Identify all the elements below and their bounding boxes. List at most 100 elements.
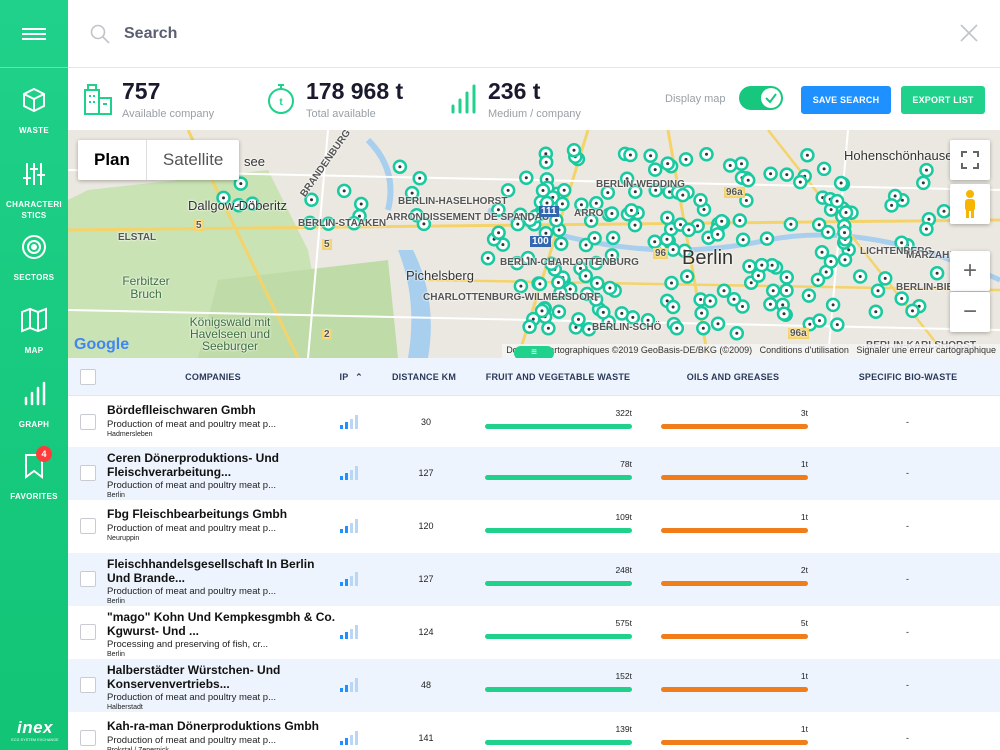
col-oils-greases[interactable]: OILS AND GREASES — [668, 358, 798, 396]
favorites-badge: 4 — [36, 446, 52, 462]
col-fruit-vegetable[interactable]: FRUIT AND VEGETABLE WASTE — [478, 358, 638, 396]
nav-item-favorites[interactable]: 4 FAVORITES — [0, 446, 68, 502]
map-marker-dot — [935, 271, 939, 275]
company-name[interactable]: Bördeflleischwaren Gmbh — [107, 403, 337, 417]
fruit-value: 322t — [615, 408, 632, 418]
map-marker-dot — [606, 191, 610, 195]
road-label: 2 — [322, 329, 332, 340]
map-marker-dot — [716, 232, 720, 236]
table-row[interactable]: Fbg Fleischbearbeitungs Gmbh Production o… — [68, 500, 1000, 553]
fullscreen-button[interactable] — [950, 140, 990, 180]
building-icon — [84, 84, 112, 115]
map-marker-dot — [789, 222, 793, 226]
row-checkbox[interactable] — [80, 730, 96, 746]
row-checkbox[interactable] — [80, 414, 96, 430]
company-name[interactable]: Halberstädter Würstchen- Und Konservenve… — [107, 663, 337, 691]
close-icon[interactable] — [960, 24, 978, 42]
map-marker-dot — [595, 281, 599, 285]
oils-bar — [661, 424, 808, 429]
table-row[interactable]: Bördeflleischwaren Gmbh Production of mea… — [68, 396, 1000, 449]
bio-waste-value: - — [906, 574, 909, 584]
table-row[interactable]: Fleischhandelsgesellschaft In Berlin Und… — [68, 553, 1000, 606]
map-label: ELSTAL — [118, 232, 157, 243]
bio-waste-value: - — [906, 627, 909, 637]
table-row[interactable]: "mago" Kohn Und Kempkesgmbh & Co. Kgwurs… — [68, 606, 1000, 659]
map-marker-dot — [633, 223, 637, 227]
oils-value: 1t — [800, 671, 808, 681]
map-label: BERLIN-SCHÖ — [592, 322, 662, 333]
signal-icon — [340, 625, 358, 639]
map-marker-dot — [924, 227, 928, 231]
map-type-plan[interactable]: Plan — [78, 140, 147, 180]
select-all-checkbox[interactable] — [80, 369, 96, 385]
nav-item-waste[interactable]: WASTE — [0, 86, 68, 136]
fruit-bar — [485, 424, 632, 429]
display-map-toggle[interactable] — [739, 86, 783, 110]
row-checkbox[interactable] — [80, 571, 96, 587]
fruit-bar — [485, 740, 632, 745]
col-bio-waste[interactable]: SPECIFIC BIO-WASTE — [848, 358, 968, 396]
signal-icon — [340, 466, 358, 480]
row-checkbox[interactable] — [80, 465, 96, 481]
nav-item-graph[interactable]: GRAPH — [0, 380, 68, 430]
map-marker-dot — [681, 193, 685, 197]
table-row[interactable]: Kah-ra-man Dönerproduktions Gmbh Producti… — [68, 712, 1000, 750]
zoom-in-button[interactable]: + — [950, 251, 990, 291]
terms-link[interactable]: Conditions d'utilisation — [760, 345, 849, 355]
map-resize-handle[interactable]: ≡ — [514, 346, 554, 358]
map-marker-dot — [716, 322, 720, 326]
row-checkbox[interactable] — [80, 518, 96, 534]
nav-item-sectors[interactable]: SECTORS — [0, 233, 68, 283]
col-ip[interactable]: IP — [336, 358, 352, 396]
signal-icon — [340, 415, 358, 429]
map-marker-dot — [769, 172, 773, 176]
zoom-out-button[interactable]: − — [950, 292, 990, 332]
signal-icon — [340, 678, 358, 692]
nav-item-characteristics[interactable]: CHARACTERI STICS — [0, 160, 68, 221]
company-name[interactable]: "mago" Kohn Und Kempkesgmbh & Co. Kgwurs… — [107, 610, 337, 638]
nav-item-map[interactable]: MAP — [0, 306, 68, 356]
search-input[interactable] — [124, 20, 724, 48]
report-link[interactable]: Signaler une erreur cartographique — [856, 345, 996, 355]
map-marker-dot — [839, 181, 843, 185]
company-city: Neuruppin — [107, 535, 140, 542]
col-companies[interactable]: COMPANIES — [168, 358, 258, 396]
company-name[interactable]: Ceren Dönerproduktions- Und Fleischverar… — [107, 451, 337, 479]
map-marker-dot — [559, 242, 563, 246]
company-name[interactable]: Fleischhandelsgesellschaft In Berlin Und… — [107, 557, 337, 585]
col-distance[interactable]: DISTANCE KM — [386, 358, 462, 396]
stat-value: 757 — [122, 78, 161, 104]
table-row[interactable]: Halberstädter Würstchen- Und Konservenve… — [68, 659, 1000, 712]
map-marker-dot — [817, 223, 821, 227]
company-name[interactable]: Kah-ra-man Dönerproduktions Gmbh — [107, 719, 337, 733]
oils-bar — [661, 634, 808, 639]
map-marker-dot — [708, 299, 712, 303]
display-map-label: Display map — [665, 93, 726, 105]
map-marker-dot — [519, 284, 523, 288]
map-marker-dot — [528, 325, 532, 329]
map-marker-dot — [756, 274, 760, 278]
export-list-button[interactable]: EXPORT LIST — [901, 86, 985, 114]
distance-value: 127 — [418, 574, 434, 584]
map-marker-dot — [545, 201, 549, 205]
street-view-button[interactable] — [950, 184, 990, 224]
row-checkbox[interactable] — [80, 677, 96, 693]
row-checkbox[interactable] — [80, 624, 96, 640]
map-view[interactable]: BRANDENBURG Dallgow-Döberitz see BERLIN-… — [68, 130, 1000, 358]
map-label: Königswald mit Havelseen und Seeburger — [189, 315, 271, 353]
sort-up-icon[interactable]: ⌃ — [352, 358, 366, 396]
table-row[interactable]: Ceren Dönerproduktions- Und Fleischverar… — [68, 447, 1000, 500]
road-label: 5 — [194, 220, 204, 231]
menu-button[interactable] — [0, 0, 68, 68]
map-type-control: Plan Satellite — [78, 140, 240, 180]
map-marker-dot — [628, 153, 632, 157]
save-search-button[interactable]: SAVE SEARCH — [801, 86, 891, 114]
stat-label: Medium / company — [488, 108, 581, 120]
company-name[interactable]: Fbg Fleischbearbeitungs Gmbh — [107, 507, 337, 521]
fruit-bar — [485, 687, 632, 692]
map-marker-dot — [610, 212, 614, 215]
map-type-satellite[interactable]: Satellite — [147, 140, 239, 180]
company-activity: Production of meat and poultry meat p... — [107, 692, 276, 703]
road-label: 5 — [322, 239, 332, 250]
logo-tagline: ECO SYSTEM EXCHANGE — [11, 738, 59, 742]
